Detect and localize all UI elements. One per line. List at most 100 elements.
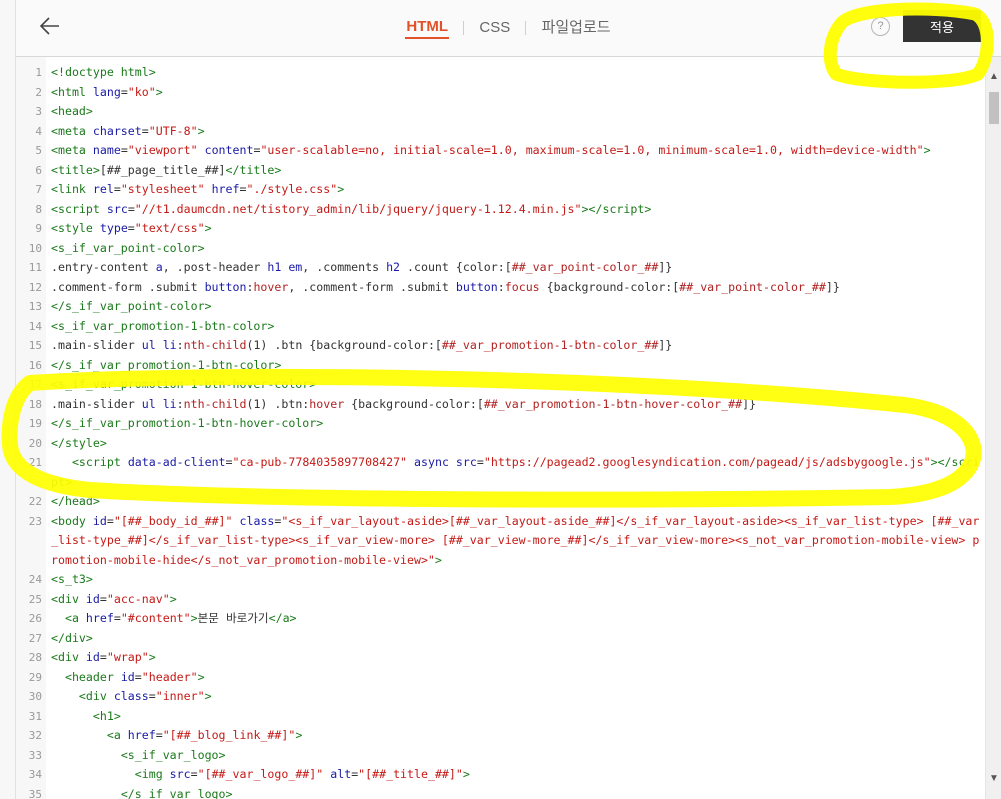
code-line[interactable]: 5 <meta name="viewport" content="user-sca… <box>16 141 985 161</box>
code-line[interactable]: 6 <title>[##_page_title_##]</title> <box>16 161 985 181</box>
line-number: 10 <box>28 241 42 255</box>
code-text[interactable]: <head> <box>51 102 985 122</box>
code-text[interactable]: .main-slider ul li:nth-child(1) .btn:hov… <box>51 395 985 415</box>
code-text[interactable]: <div class="inner"> <box>51 687 985 707</box>
code-text[interactable]: </s_if_var_promotion-1-btn-color> <box>51 356 985 376</box>
apply-button[interactable]: 적용 <box>903 10 981 42</box>
code-line[interactable]: 11 .entry-content a, .post-header h1 em, … <box>16 258 985 278</box>
code-text[interactable]: <meta charset="UTF-8"> <box>51 122 985 142</box>
scroll-down-arrow-icon[interactable]: ▼ <box>988 773 1000 785</box>
code-editor[interactable]: 1 <!doctype html> 2 <html lang="ko"> 3 <head>… <box>16 57 985 799</box>
code-text[interactable]: <h1> <box>51 707 985 727</box>
code-text[interactable]: <!doctype html> <box>51 63 985 83</box>
code-text[interactable]: <meta name="viewport" content="user-scal… <box>51 141 985 161</box>
code-line[interactable]: 34 <img src="[##_var_logo_##]" alt="[##_… <box>16 765 985 785</box>
code-line[interactable]: 35 </s_if_var_logo> <box>16 785 985 799</box>
code-line[interactable]: 29 <header id="header"> <box>16 668 985 688</box>
code-text[interactable]: <body id="[##_body_id_##]" class="<s_if_… <box>51 512 985 571</box>
code-line[interactable]: 7 <link rel="stylesheet" href="./style.cs… <box>16 180 985 200</box>
line-number: 28 <box>28 651 42 664</box>
code-line[interactable]: 25 <div id="acc-nav"> <box>16 590 985 610</box>
code-text[interactable]: </style> <box>51 434 985 454</box>
tab-divider <box>463 21 465 36</box>
scroll-up-arrow-icon[interactable]: ▲ <box>988 71 1000 83</box>
line-number: 4 <box>35 124 42 138</box>
code-line[interactable]: 32 <a href="[##_blog_link_##]"> <box>16 726 985 746</box>
code-text[interactable]: </head> <box>51 492 985 512</box>
code-text[interactable]: <header id="header"> <box>51 668 985 688</box>
code-text[interactable]: <link rel="stylesheet" href="./style.css… <box>51 180 985 200</box>
code-line[interactable]: 26 <a href="#content">본문 바로가기</a> <box>16 609 985 629</box>
code-text[interactable]: </div> <box>51 629 985 649</box>
tab-divider <box>525 21 527 36</box>
code-line[interactable]: 9 <style type="text/css"> <box>16 219 985 239</box>
code-line[interactable]: 33 <s_if_var_logo> <box>16 746 985 766</box>
tab-file-upload[interactable]: 파일업로드 <box>541 16 612 40</box>
line-number: 29 <box>28 670 42 684</box>
code-text[interactable]: .entry-content a, .post-header h1 em, .c… <box>51 258 985 278</box>
code-text[interactable]: </s_if_var_logo> <box>51 785 985 799</box>
help-button[interactable]: ? <box>871 17 890 36</box>
line-number: 34 <box>28 768 42 781</box>
code-text[interactable]: <script src="//t1.daumcdn.net/tistory_ad… <box>51 200 985 220</box>
code-line[interactable]: 22 </head> <box>16 492 985 512</box>
code-line[interactable]: 21 <script data-ad-client="ca-pub-778403… <box>16 453 985 492</box>
code-line[interactable]: 13 </s_if_var_point-color> <box>16 297 985 317</box>
code-line[interactable]: 30 <div class="inner"> <box>16 687 985 707</box>
code-text[interactable]: <img src="[##_var_logo_##]" alt="[##_tit… <box>51 765 985 785</box>
code-text[interactable]: <script data-ad-client="ca-pub-778403589… <box>51 453 985 492</box>
tab-html[interactable]: HTML <box>405 17 450 40</box>
line-number: 30 <box>28 690 42 703</box>
line-number: 26 <box>28 612 42 625</box>
code-line[interactable]: 12 .comment-form .submit button:hover, .c… <box>16 278 985 298</box>
code-text[interactable]: </s_if_var_promotion-1-btn-hover-color> <box>51 414 985 434</box>
code-line[interactable]: 15 .main-slider ul li:nth-child(1) .btn {… <box>16 336 985 356</box>
code-line[interactable]: 8 <script src="//t1.daumcdn.net/tistory_a… <box>16 200 985 220</box>
editor-toolbar: HTML CSS 파일업로드 ? 적용 <box>16 0 1001 57</box>
tab-css[interactable]: CSS <box>478 16 511 40</box>
code-text[interactable]: <a href="[##_blog_link_##]"> <box>51 726 985 746</box>
code-line[interactable]: 10 <s_if_var_point-color> <box>16 239 985 259</box>
code-line[interactable]: 27 </div> <box>16 629 985 649</box>
line-number: 25 <box>28 592 42 606</box>
code-text[interactable]: <s_t3> <box>51 570 985 590</box>
code-text[interactable]: <style type="text/css"> <box>51 219 985 239</box>
code-line[interactable]: 17 <s_if_var_promotion-1-btn-hover-color> <box>16 375 985 395</box>
code-text[interactable]: <div id="wrap"> <box>51 648 985 668</box>
line-number: 2 <box>35 85 42 99</box>
code-text[interactable]: <s_if_var_point-color> <box>51 239 985 259</box>
code-lines: 1 <!doctype html> 2 <html lang="ko"> 3 <head>… <box>16 63 985 799</box>
code-line[interactable]: 4 <meta charset="UTF-8"> <box>16 122 985 142</box>
code-line[interactable]: 14 <s_if_var_promotion-1-btn-color> <box>16 317 985 337</box>
scrollbar-thumb[interactable] <box>989 92 999 124</box>
code-line[interactable]: 18 .main-slider ul li:nth-child(1) .btn:h… <box>16 395 985 415</box>
code-line[interactable]: 3 <head> <box>16 102 985 122</box>
code-text[interactable]: <title>[##_page_title_##]</title> <box>51 161 985 181</box>
editor-scrollbar[interactable]: ▲ ▼ <box>985 57 1001 799</box>
line-number: 12 <box>28 280 42 294</box>
line-number: 14 <box>28 319 42 333</box>
code-line[interactable]: 23 <body id="[##_body_id_##]" class="<s_i… <box>16 512 985 571</box>
code-line[interactable]: 2 <html lang="ko"> <box>16 83 985 103</box>
line-number: 8 <box>35 202 42 216</box>
code-text[interactable]: <div id="acc-nav"> <box>51 590 985 610</box>
code-line[interactable]: 31 <h1> <box>16 707 985 727</box>
code-text[interactable]: <html lang="ko"> <box>51 83 985 103</box>
code-text[interactable]: <s_if_var_logo> <box>51 746 985 766</box>
code-text[interactable]: </s_if_var_point-color> <box>51 297 985 317</box>
code-text[interactable]: .comment-form .submit button:hover, .com… <box>51 278 985 298</box>
code-line[interactable]: 24 <s_t3> <box>16 570 985 590</box>
code-line[interactable]: 28 <div id="wrap"> <box>16 648 985 668</box>
code-text[interactable]: .main-slider ul li:nth-child(1) .btn {ba… <box>51 336 985 356</box>
code-line[interactable]: 1 <!doctype html> <box>16 63 985 83</box>
line-number: 5 <box>35 144 42 157</box>
line-number: 9 <box>35 222 42 235</box>
code-text[interactable]: <s_if_var_promotion-1-btn-hover-color> <box>51 375 985 395</box>
code-line[interactable]: 19 </s_if_var_promotion-1-btn-hover-color… <box>16 414 985 434</box>
code-line[interactable]: 16 </s_if_var_promotion-1-btn-color> <box>16 356 985 376</box>
line-number: 22 <box>28 495 42 508</box>
line-number: 17 <box>28 378 42 391</box>
code-line[interactable]: 20 </style> <box>16 434 985 454</box>
code-text[interactable]: <s_if_var_promotion-1-btn-color> <box>51 317 985 337</box>
code-text[interactable]: <a href="#content">본문 바로가기</a> <box>51 609 985 629</box>
